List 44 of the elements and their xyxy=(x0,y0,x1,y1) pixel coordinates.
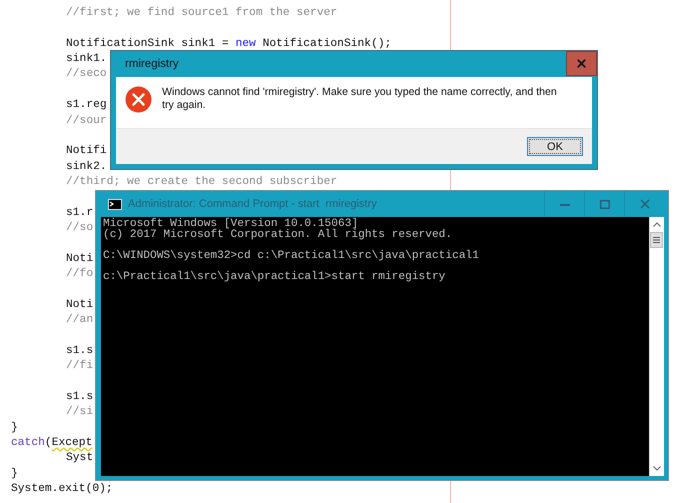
code-line: s1.r xyxy=(65,206,94,221)
code-line: Notifi xyxy=(65,144,107,160)
code-line: s1.reg xyxy=(65,98,107,114)
code-line: sink2. xyxy=(65,160,107,175)
code-line: //fo xyxy=(65,267,94,282)
code-line: NotificationSink sink1 = new NotificationSink(); xyxy=(65,36,392,52)
code-line: Noti xyxy=(65,252,94,267)
console-line: Microsoft Windows [Version 10.0.15063] xyxy=(103,219,358,230)
error-message: Windows cannot find 'rmiregistry'. Make sure you typed the name correctly, and then try again. xyxy=(162,86,558,112)
code-line: //fi xyxy=(65,359,94,374)
console-icon xyxy=(108,198,122,210)
code-line: //si xyxy=(65,405,94,420)
code-line: s1.s xyxy=(65,344,94,359)
window-title: Administrator: Command Prompt - start rmiregistry xyxy=(128,198,378,210)
close-button[interactable] xyxy=(566,51,597,76)
ok-button[interactable]: OK xyxy=(527,137,583,156)
code-line: Syst xyxy=(65,451,94,466)
code-line: sink1. xyxy=(65,52,107,68)
minimize-icon xyxy=(560,202,570,206)
scroll-thumb[interactable] xyxy=(650,232,663,248)
close-icon xyxy=(575,57,588,70)
code-line: //third; we create the second subscriber xyxy=(65,174,338,190)
down-caret-icon xyxy=(653,466,661,471)
scrollbar[interactable] xyxy=(649,217,664,476)
code-line: //so xyxy=(65,221,94,236)
code-line: catch(Except xyxy=(10,436,92,452)
console-line: c:\Practical1\src\java\practical1>start rmiregistry xyxy=(103,272,446,284)
console-line: C:\WINDOWS\system32>cd c:\Practical1\src\java\practical1 xyxy=(103,251,479,262)
code-line: } xyxy=(10,466,18,482)
code-line: } xyxy=(10,420,18,436)
maximize-icon xyxy=(600,200,610,208)
dialog-title: rmiregistry xyxy=(124,58,179,70)
up-caret-icon xyxy=(653,222,661,227)
close-icon xyxy=(640,199,650,209)
code-line: //seco xyxy=(65,67,107,82)
error-icon xyxy=(125,86,152,113)
code-line: //an xyxy=(65,313,94,328)
code-line: Noti xyxy=(65,298,94,313)
code-line: System.exit(0); xyxy=(10,482,113,498)
code-line: //sour xyxy=(65,114,107,129)
console-line: (c) 2017 Microsoft Corporation. All rights reserved. xyxy=(103,230,452,240)
grip-icon xyxy=(653,237,660,243)
code-line: //first; we find source1 from the server xyxy=(65,6,338,21)
code-line: s1.s xyxy=(65,390,94,405)
